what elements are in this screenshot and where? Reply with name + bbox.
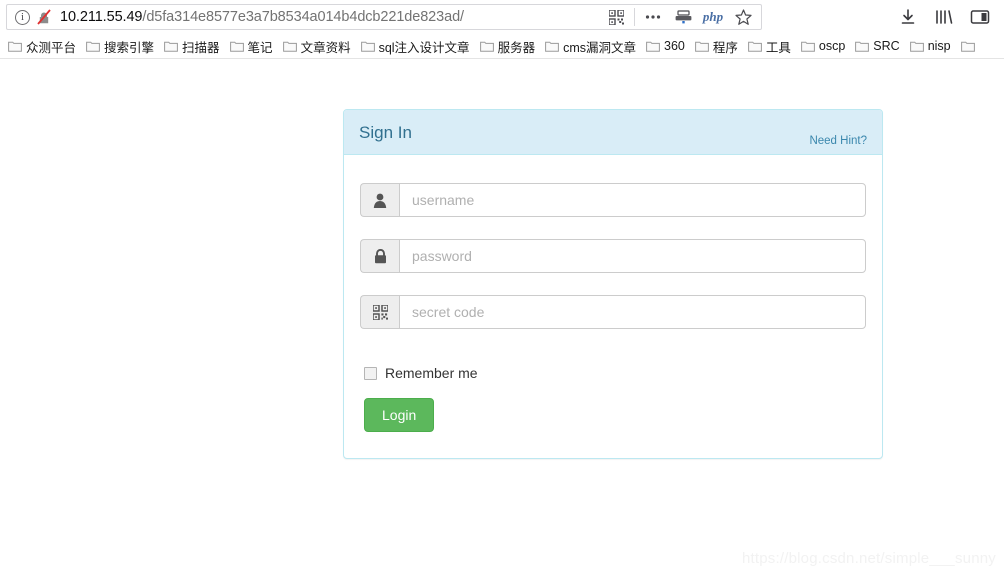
downloads-icon[interactable]: [894, 4, 922, 30]
secret-code-input-group: [360, 295, 866, 329]
bookmark-label: nisp: [927, 39, 951, 53]
php-icon[interactable]: php: [699, 4, 727, 30]
url-path: /d5fa314e8577e3a7b8534a014b4dcb221de823a…: [142, 9, 464, 25]
bookmark-label: 文章资料: [300, 40, 351, 55]
folder-icon: [164, 41, 178, 52]
remember-me-label: Remember me: [385, 365, 478, 381]
bookmark-label: cms漏洞文章: [563, 40, 636, 55]
bookmark-item[interactable]: oscp: [797, 37, 851, 55]
secret-code-input[interactable]: [399, 295, 866, 329]
bookmark-label: 搜索引擎: [104, 40, 155, 55]
sidebar-icon[interactable]: [966, 4, 994, 30]
password-input-group: [360, 239, 866, 273]
bookmark-label: 工具: [765, 40, 791, 55]
folder-icon: [855, 41, 870, 52]
folder-icon: [960, 41, 975, 52]
bookmark-item[interactable]: SRC: [851, 37, 905, 55]
url-text[interactable]: 10.211.55.49/d5fa314e8577e3a7b8534a014b4…: [58, 9, 602, 25]
folder-icon: [747, 41, 762, 52]
folder-icon: [646, 41, 660, 52]
bookmark-item[interactable]: 文章资料: [279, 35, 357, 58]
username-input[interactable]: [399, 183, 866, 217]
folder-icon: [360, 41, 375, 52]
folder-icon: [8, 41, 22, 52]
browser-toolbar-right: [894, 4, 998, 30]
login-card-header: Sign In Need Hint?: [344, 110, 882, 155]
login-button[interactable]: Login: [364, 398, 435, 432]
folder-icon: [800, 41, 815, 52]
bookmark-item[interactable]: 笔记: [226, 35, 279, 58]
remember-me-checkbox[interactable]: [364, 366, 377, 380]
bookmark-item[interactable]: nisp: [906, 37, 957, 55]
user-icon: [360, 183, 399, 217]
library-icon[interactable]: [930, 4, 958, 30]
browser-chrome: 10.211.55.49/d5fa314e8577e3a7b8534a014b4…: [0, 0, 1004, 59]
bookmark-label: 360: [664, 39, 685, 53]
bookmark-item[interactable]: sql注入设计文章: [357, 35, 476, 58]
more-actions-icon[interactable]: [639, 4, 667, 30]
bookmark-item[interactable]: 360: [642, 37, 691, 55]
bookmark-label: 服务器: [497, 40, 536, 55]
watermark-text: https://blog.csdn.net/simple___sunny: [741, 550, 996, 567]
page-info-icon[interactable]: [15, 8, 30, 26]
folder-icon: [282, 41, 297, 52]
password-input[interactable]: [399, 239, 866, 273]
folder-icon: [86, 41, 100, 52]
qr-code-icon[interactable]: [602, 4, 630, 30]
address-bar-actions: php: [602, 4, 757, 30]
bookmark-label: 扫描器: [182, 40, 220, 55]
page-title: Sign In: [359, 122, 412, 142]
folder-icon: [229, 41, 244, 52]
folder-icon: [909, 41, 924, 52]
address-bar[interactable]: 10.211.55.49/d5fa314e8577e3a7b8534a014b4…: [6, 4, 762, 30]
bookmark-label: 众测平台: [26, 40, 77, 55]
bookmark-star-icon[interactable]: [729, 4, 757, 30]
username-input-group: [360, 183, 866, 217]
bookmark-item[interactable]: 程序: [691, 35, 744, 58]
bookmark-item[interactable]: 众测平台: [4, 35, 82, 58]
bookmark-item[interactable]: 工具: [744, 35, 797, 58]
lock-icon: [360, 239, 399, 273]
bookmark-item-overflow[interactable]: [957, 38, 981, 54]
address-bar-identity-icons: [11, 8, 58, 26]
login-card: Sign In Need Hint? username secret code …: [343, 109, 883, 459]
remember-me-row[interactable]: Remember me: [360, 365, 866, 381]
bookmark-label: SRC: [873, 39, 900, 53]
folder-icon: [545, 41, 559, 52]
bookmark-item[interactable]: cms漏洞文章: [541, 35, 642, 58]
login-form: Remember me Login: [344, 155, 882, 458]
bookmark-label: sql注入设计文章: [378, 40, 470, 55]
server-icon[interactable]: [669, 4, 697, 30]
toolbar-divider: [634, 8, 635, 26]
bookmark-label: 笔记: [247, 40, 273, 55]
insecure-connection-icon[interactable]: [36, 9, 52, 25]
folder-icon: [479, 41, 494, 52]
browser-toolbar: 10.211.55.49/d5fa314e8577e3a7b8534a014b4…: [0, 0, 1004, 34]
url-host: 10.211.55.49: [60, 9, 143, 25]
bookmark-item[interactable]: 服务器: [476, 35, 542, 58]
bookmarks-bar: 众测平台 搜索引擎 扫描器 笔记 文章资料 sql注入设计文章 服务器 cms漏…: [0, 34, 1004, 59]
bookmark-label: oscp: [818, 39, 846, 53]
page-content: Sign In Need Hint? username secret code …: [0, 59, 1004, 573]
qr-code-icon: [360, 295, 399, 329]
folder-icon: [694, 41, 709, 52]
bookmark-item[interactable]: 扫描器: [160, 35, 226, 58]
bookmark-item[interactable]: 搜索引擎: [82, 35, 160, 58]
bookmark-label: 程序: [712, 40, 738, 55]
need-hint-link[interactable]: Need Hint?: [809, 135, 867, 154]
